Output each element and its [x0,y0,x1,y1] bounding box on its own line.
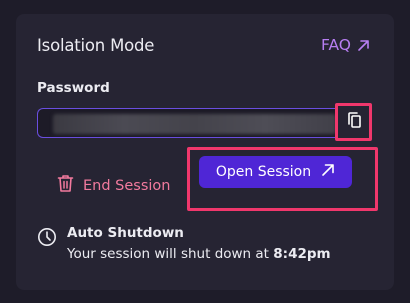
auto-shutdown-prefix: Your session will shut down at [67,246,269,262]
password-obscured-value [53,114,336,134]
faq-label: FAQ [320,36,351,54]
end-session-label: End Session [83,177,171,194]
end-session-button[interactable]: End Session [57,174,171,197]
auto-shutdown-time: 8:42pm [273,246,331,262]
external-arrow-icon [357,39,370,52]
trash-icon [57,174,74,197]
auto-shutdown-info: Auto Shutdown Your session will shut dow… [37,225,331,262]
copy-icon [346,111,362,133]
panel-title: Isolation Mode [37,36,155,55]
open-session-label: Open Session [215,164,312,180]
auto-shutdown-text: Your session will shut down at 8:42pm [67,246,331,262]
open-session-button[interactable]: Open Session [199,156,352,188]
clock-icon [37,227,57,262]
auto-shutdown-title: Auto Shutdown [67,225,184,241]
password-field[interactable] [37,108,339,138]
isolation-mode-panel: Isolation Mode FAQ Password End Session … [16,14,394,290]
faq-link[interactable]: FAQ [321,36,370,54]
password-label: Password [37,80,110,96]
copy-password-button[interactable] [335,103,372,141]
external-arrow-icon [321,163,335,181]
